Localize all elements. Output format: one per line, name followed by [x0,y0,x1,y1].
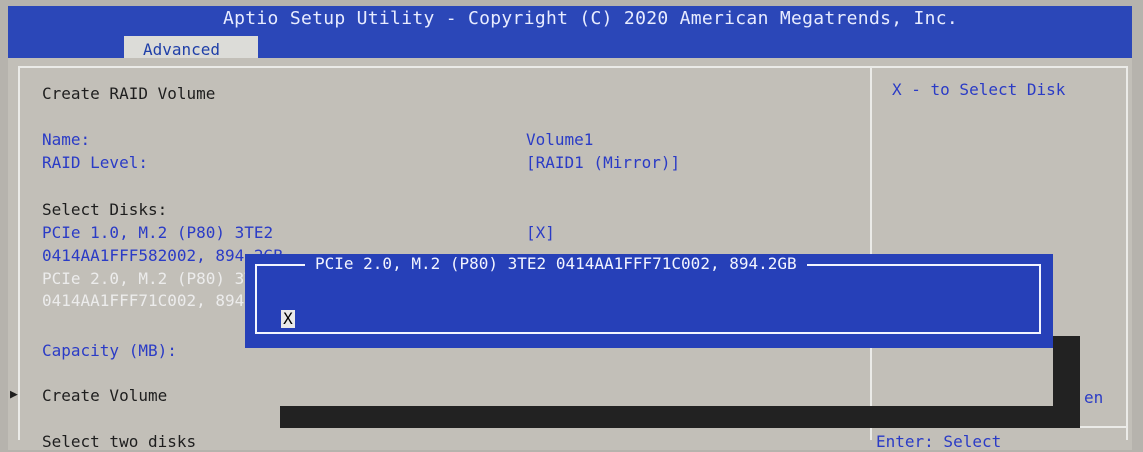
help-fragment: en [1084,388,1104,407]
popup-shadow-bottom [280,406,1080,428]
status-text: Select two disks [42,432,197,451]
help-enter-select: Enter: Select [876,432,1002,451]
tab-advanced-label: Advanced [143,40,221,59]
section-title: Create RAID Volume [42,84,216,103]
popup-frame: PCIe 2.0, M.2 (P80) 3TE2 0414AA1FFF71C00… [255,254,1041,334]
submenu-arrow-icon: ▶ [10,387,18,402]
popup-title: PCIe 2.0, M.2 (P80) 3TE2 0414AA1FFF71C00… [305,254,807,273]
select-disks-label: Select Disks: [42,200,168,219]
popup-input[interactable]: X [281,310,295,328]
disk-1-checkbox[interactable]: [X] [526,223,555,242]
raid-level-value[interactable]: [RAID1 (Mirror)] [526,153,680,172]
name-label: Name: [42,130,91,149]
name-value[interactable]: Volume1 [526,130,593,149]
raid-level-label: RAID Level: [42,153,148,172]
header-bar: Aptio Setup Utility - Copyright (C) 2020… [8,6,1132,63]
capacity-label: Capacity (MB): [42,341,177,360]
help-select-disk: X - to Select Disk [892,80,1066,99]
disk-1-line1: PCIe 1.0, M.2 (P80) 3TE2 [42,223,274,242]
app-title: Aptio Setup Utility - Copyright (C) 2020… [223,8,959,29]
disk-2-line1: PCIe 2.0, M.2 (P80) 3TE2 [42,269,274,288]
disk-popup: PCIe 2.0, M.2 (P80) 3TE2 0414AA1FFF71C00… [245,254,1053,348]
help-panel [870,66,1128,440]
create-volume-item[interactable]: Create Volume [42,386,167,405]
